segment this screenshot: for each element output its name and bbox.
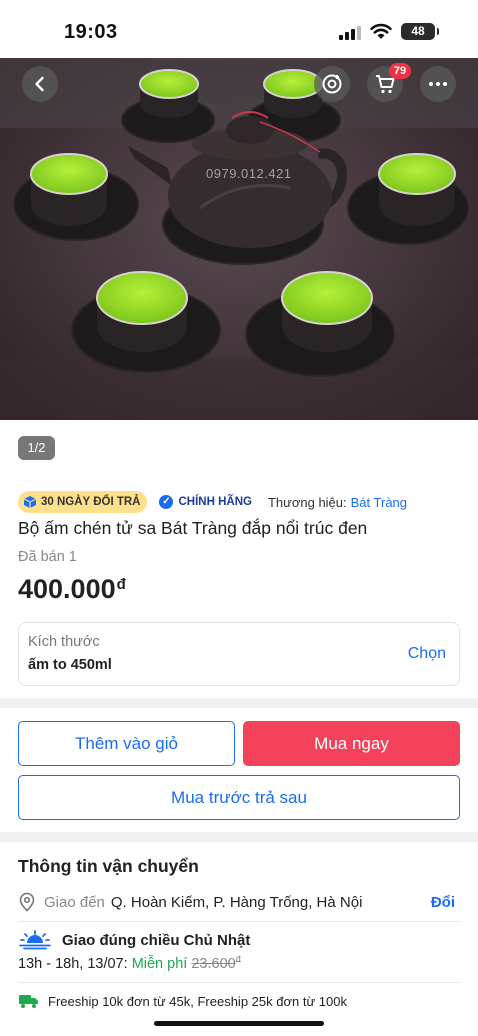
status-bar: 19:03 48 <box>0 0 478 60</box>
back-button[interactable] <box>22 66 58 102</box>
section-divider <box>0 698 478 708</box>
check-icon: ✓ <box>159 495 174 509</box>
variant-value: ấm to 450ml <box>28 657 112 673</box>
return-policy-text: 30 NGÀY ĐỔI TRẢ <box>41 496 141 508</box>
change-address-link[interactable]: Đổi <box>431 894 455 911</box>
ship-address: Q. Hoàn Kiếm, P. Hàng Trống, Hà Nội <box>110 893 363 911</box>
add-to-cart-button[interactable]: Thêm vào giỏ <box>18 721 235 766</box>
cart-count-badge: 79 <box>389 63 411 79</box>
ar-view-button[interactable] <box>314 66 350 102</box>
genuine-text: CHÍNH HÃNG <box>178 496 252 508</box>
return-policy-badge[interactable]: 30 NGÀY ĐỔI TRẢ <box>18 491 148 513</box>
sunset-icon <box>19 930 51 950</box>
more-button[interactable] <box>420 66 456 102</box>
freeship-note: Freeship 10k đơn từ 45k, Freeship 25k đơ… <box>48 993 347 1009</box>
product-image[interactable]: 0979.012.421 79 <box>0 58 478 420</box>
back-arrow-icon <box>35 76 44 92</box>
freeship-truck-icon <box>19 995 38 1008</box>
variant-selector[interactable]: Kích thước ấm to 450ml Chọn <box>18 622 460 686</box>
free-shipping-label: Miễn phí <box>131 955 188 972</box>
section-divider <box>0 832 478 842</box>
badge-row: 30 NGÀY ĐỔI TRẢ ✓ CHÍNH HÃNG Thương hiệu… <box>18 491 407 513</box>
more-icon <box>429 82 447 86</box>
choose-variant-link[interactable]: Chọn <box>408 645 446 663</box>
old-fee-currency: đ <box>235 954 241 964</box>
ar-view-icon <box>322 74 342 94</box>
product-title: Bộ ấm chén tử sa Bát Tràng đắp nổi trúc … <box>18 518 368 538</box>
buy-pay-later-button[interactable]: Mua trước trả sau <box>18 775 460 820</box>
variant-label: Kích thước <box>28 634 100 650</box>
delivery-time: 13h - 18h, 13/07: <box>18 955 128 972</box>
shipping-title: Thông tin vận chuyển <box>18 856 199 876</box>
box-return-icon <box>23 496 37 508</box>
divider-line <box>18 982 460 983</box>
battery-indicator: 48 <box>401 23 439 40</box>
product-price: 400.000đ <box>18 574 126 605</box>
brand-info: Thương hiệu: Bát Tràng <box>268 495 407 510</box>
delivery-row: Giao đúng chiều Chủ Nhật <box>18 930 250 950</box>
image-page-counter: 1/2 <box>18 436 55 460</box>
ship-to-label: Giao đến <box>44 893 105 911</box>
price-currency: đ <box>116 576 126 593</box>
delivery-title: Giao đúng chiều Chủ Nhật <box>62 931 251 949</box>
sold-count: Đã bán 1 <box>18 549 77 565</box>
tea-set-photo <box>0 58 478 420</box>
freeship-row: Freeship 10k đơn từ 45k, Freeship 25k đơ… <box>18 993 347 1009</box>
genuine-badge[interactable]: ✓ CHÍNH HÃNG <box>159 495 252 509</box>
wifi-icon <box>370 23 392 39</box>
watermark: 0979.012.421 <box>206 166 292 181</box>
buy-now-button[interactable]: Mua ngay <box>243 721 460 766</box>
delivery-detail: 13h - 18h, 13/07: Miễn phí 23.600đ <box>18 954 241 972</box>
status-time: 19:03 <box>64 21 118 43</box>
ship-to-row: Giao đến Q. Hoàn Kiếm, P. Hàng Trống, Hà… <box>18 890 460 914</box>
old-shipping-fee: 23.600đ <box>191 954 241 972</box>
price-value: 400.000 <box>18 574 116 604</box>
brand-link[interactable]: Bát Tràng <box>351 495 407 510</box>
old-fee-value: 23.600 <box>191 955 236 972</box>
divider-line <box>18 921 460 922</box>
brand-label: Thương hiệu: <box>267 494 347 510</box>
home-indicator <box>154 1021 324 1026</box>
signal-icon <box>339 26 363 40</box>
location-pin-icon <box>19 892 35 912</box>
